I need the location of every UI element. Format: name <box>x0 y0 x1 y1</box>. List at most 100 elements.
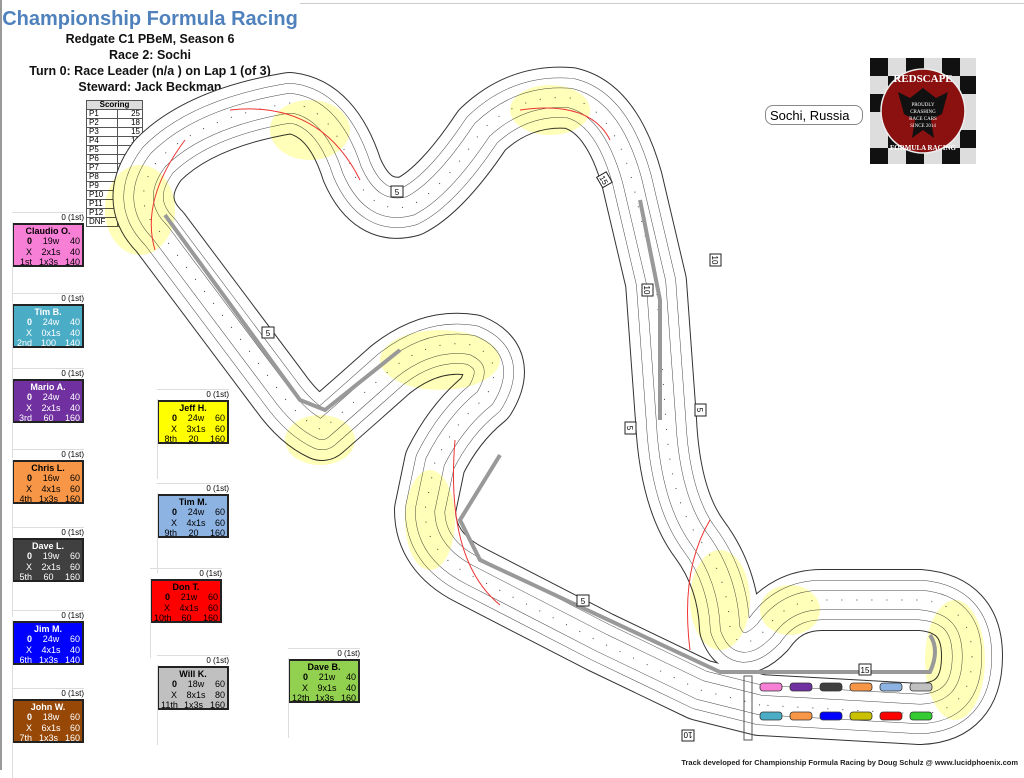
race-car[interactable] <box>849 682 873 692</box>
stat-value: 4x1s <box>41 644 61 655</box>
stat-label: 12th <box>292 693 310 703</box>
stat-speed: 40 <box>69 317 80 327</box>
stat-label: 0 <box>302 672 308 682</box>
driver-stat-row: X 0x1s 40 <box>16 328 80 339</box>
driver-card[interactable]: 0 (1st) Chris L. 0 16w 60 X 4x1s 60 4th 1x3s 160 <box>12 449 84 539</box>
driver-name: Will K. <box>179 669 207 679</box>
driver-stat-row: 0 24w 60 <box>161 413 225 424</box>
stat-value: 3x1s <box>186 423 206 434</box>
driver-name: John W. <box>30 702 66 712</box>
stat-label: X <box>25 483 32 494</box>
driver-card[interactable]: 0 (1st) Tim M. 0 24w 60 X 4x1s 60 9th 20 160 <box>157 483 229 573</box>
race-car[interactable] <box>819 711 843 721</box>
distance-marker: 15 <box>858 663 872 676</box>
divider <box>12 537 13 617</box>
driver-card[interactable]: 0 (1st) Will K. 0 18w 60 X 8x1s 80 11th 1x3s 160 <box>157 655 229 745</box>
driver-card[interactable]: 0 (1st) Tim B. 0 24w 40 X 0x1s 40 2nd 100 140 <box>12 293 84 383</box>
driver-card[interactable]: 0 (1st) John W. 0 18w 60 X 6x1s 60 7th 1x3s 160 <box>12 688 84 778</box>
divider <box>12 378 13 458</box>
divider <box>288 658 289 738</box>
stat-label: 0 <box>171 413 177 423</box>
driver-stat-row: 3rd 60 160 <box>16 413 80 424</box>
stat-value: 1x3s <box>38 494 58 504</box>
marker-label: 5 <box>395 188 400 197</box>
race-car[interactable] <box>879 682 903 692</box>
driver-card[interactable]: 0 (1st) Mario A. 0 24w 40 X 2x1s 40 3rd 60 160 <box>12 368 84 458</box>
stat-value: 1x3s <box>38 257 58 267</box>
race-car[interactable] <box>879 711 903 721</box>
driver-stat-row: 0 24w 40 <box>16 392 80 403</box>
race-car[interactable] <box>789 682 813 692</box>
driver-stat-row: 6th 1x3s 140 <box>16 655 80 666</box>
driver-position: 0 (1st) <box>12 527 84 538</box>
stat-speed: 60 <box>214 517 225 528</box>
driver-card[interactable]: 0 (1st) Dave B. 0 21w 40 X 9x1s 40 12th 1x3s 160 <box>288 648 360 738</box>
driver-box: Claudio O. 0 19w 40 X 2x1s 40 1st 1x3s 140 <box>12 223 84 267</box>
stat-speed: 160 <box>64 572 80 582</box>
divider <box>157 665 158 745</box>
stat-speed: 60 <box>69 551 80 561</box>
stat-speed: 60 <box>214 413 225 423</box>
stat-label: 0 <box>171 679 177 689</box>
driver-stat-row: X 2x1s 40 <box>16 247 80 258</box>
driver-stat-row: 0 16w 60 <box>16 473 80 484</box>
stat-value: 9x1s <box>317 682 337 693</box>
stat-speed: 60 <box>207 592 218 602</box>
driver-stat-row: 0 24w 40 <box>16 317 80 328</box>
stat-value: 19w <box>42 236 60 246</box>
driver-card[interactable]: 0 (1st) Jim M. 0 24w 60 X 4x1s 40 6th 1x3s 140 <box>12 610 84 700</box>
stat-value: 60 <box>181 613 192 623</box>
driver-stat-row: X 8x1s 80 <box>161 690 225 701</box>
driver-name: Chris L. <box>31 463 65 473</box>
stat-speed: 160 <box>64 413 80 423</box>
driver-card[interactable]: 0 (1st) Don T. 0 21w 60 X 4x1s 60 10th 60 160 <box>150 568 222 658</box>
driver-card[interactable]: 0 (1st) Dave L. 0 19w 60 X 2x1s 60 5th 60 160 <box>12 527 84 617</box>
driver-stat-row: 0 24w 60 <box>161 507 225 518</box>
stat-label: 0 <box>26 473 32 483</box>
distance-marker: 10 <box>709 253 722 267</box>
stat-value: 1x3s <box>38 655 58 665</box>
driver-stat-row: 2nd 100 140 <box>16 338 80 349</box>
stat-label: 0 <box>26 236 32 246</box>
location-label: Sochi, Russia <box>765 105 863 125</box>
race-car[interactable] <box>789 711 813 721</box>
stat-label: 0 <box>26 551 32 561</box>
marker-label: 5 <box>581 597 586 606</box>
stat-label: 0 <box>26 317 32 327</box>
driver-box: Jim M. 0 24w 60 X 4x1s 40 6th 1x3s 140 <box>12 621 84 665</box>
svg-text:SINCE 2014: SINCE 2014 <box>910 124 936 129</box>
stat-label: X <box>25 402 32 413</box>
race-car[interactable] <box>759 711 783 721</box>
race-car[interactable] <box>819 682 843 692</box>
driver-stat-row: X 4x1s 40 <box>16 645 80 656</box>
stat-value: 20 <box>188 528 199 538</box>
race-car[interactable] <box>909 711 933 721</box>
race-car[interactable] <box>849 711 873 721</box>
stat-speed: 160 <box>64 733 80 743</box>
stat-label: X <box>163 602 170 613</box>
driver-card[interactable]: 0 (1st) Jeff H. 0 24w 60 X 3x1s 60 8th 20 160 <box>157 389 229 479</box>
stat-value: 60 <box>43 413 54 423</box>
marker-label: 10 <box>710 256 719 265</box>
driver-position: 0 (1st) <box>12 449 84 460</box>
stat-value: 2x1s <box>41 246 61 257</box>
driver-card[interactable]: 0 (1st) Claudio O. 0 19w 40 X 2x1s 40 1st 1x3s 140 <box>12 212 84 302</box>
distance-marker: 10 <box>641 283 654 297</box>
svg-text:PROUDLY: PROUDLY <box>911 103 935 108</box>
stat-value: 6x1s <box>41 722 61 733</box>
stat-value: 18w <box>187 679 205 689</box>
stat-speed: 40 <box>69 327 80 338</box>
divider <box>157 493 158 573</box>
driver-stat-row: X 4x1s 60 <box>154 603 218 614</box>
marker-label: 5 <box>266 329 271 338</box>
stat-label: 8th <box>164 434 177 444</box>
driver-position: 0 (1st) <box>12 688 84 699</box>
divider <box>12 698 13 778</box>
driver-stat-row: X 3x1s 60 <box>161 424 225 435</box>
stat-speed: 140 <box>64 257 80 267</box>
driver-stat-row: 5th 60 160 <box>16 572 80 583</box>
driver-name: Don T. <box>172 582 200 592</box>
race-car[interactable] <box>909 682 933 692</box>
race-car[interactable] <box>759 682 783 692</box>
driver-stat-row: 12th 1x3s 160 <box>292 693 356 704</box>
